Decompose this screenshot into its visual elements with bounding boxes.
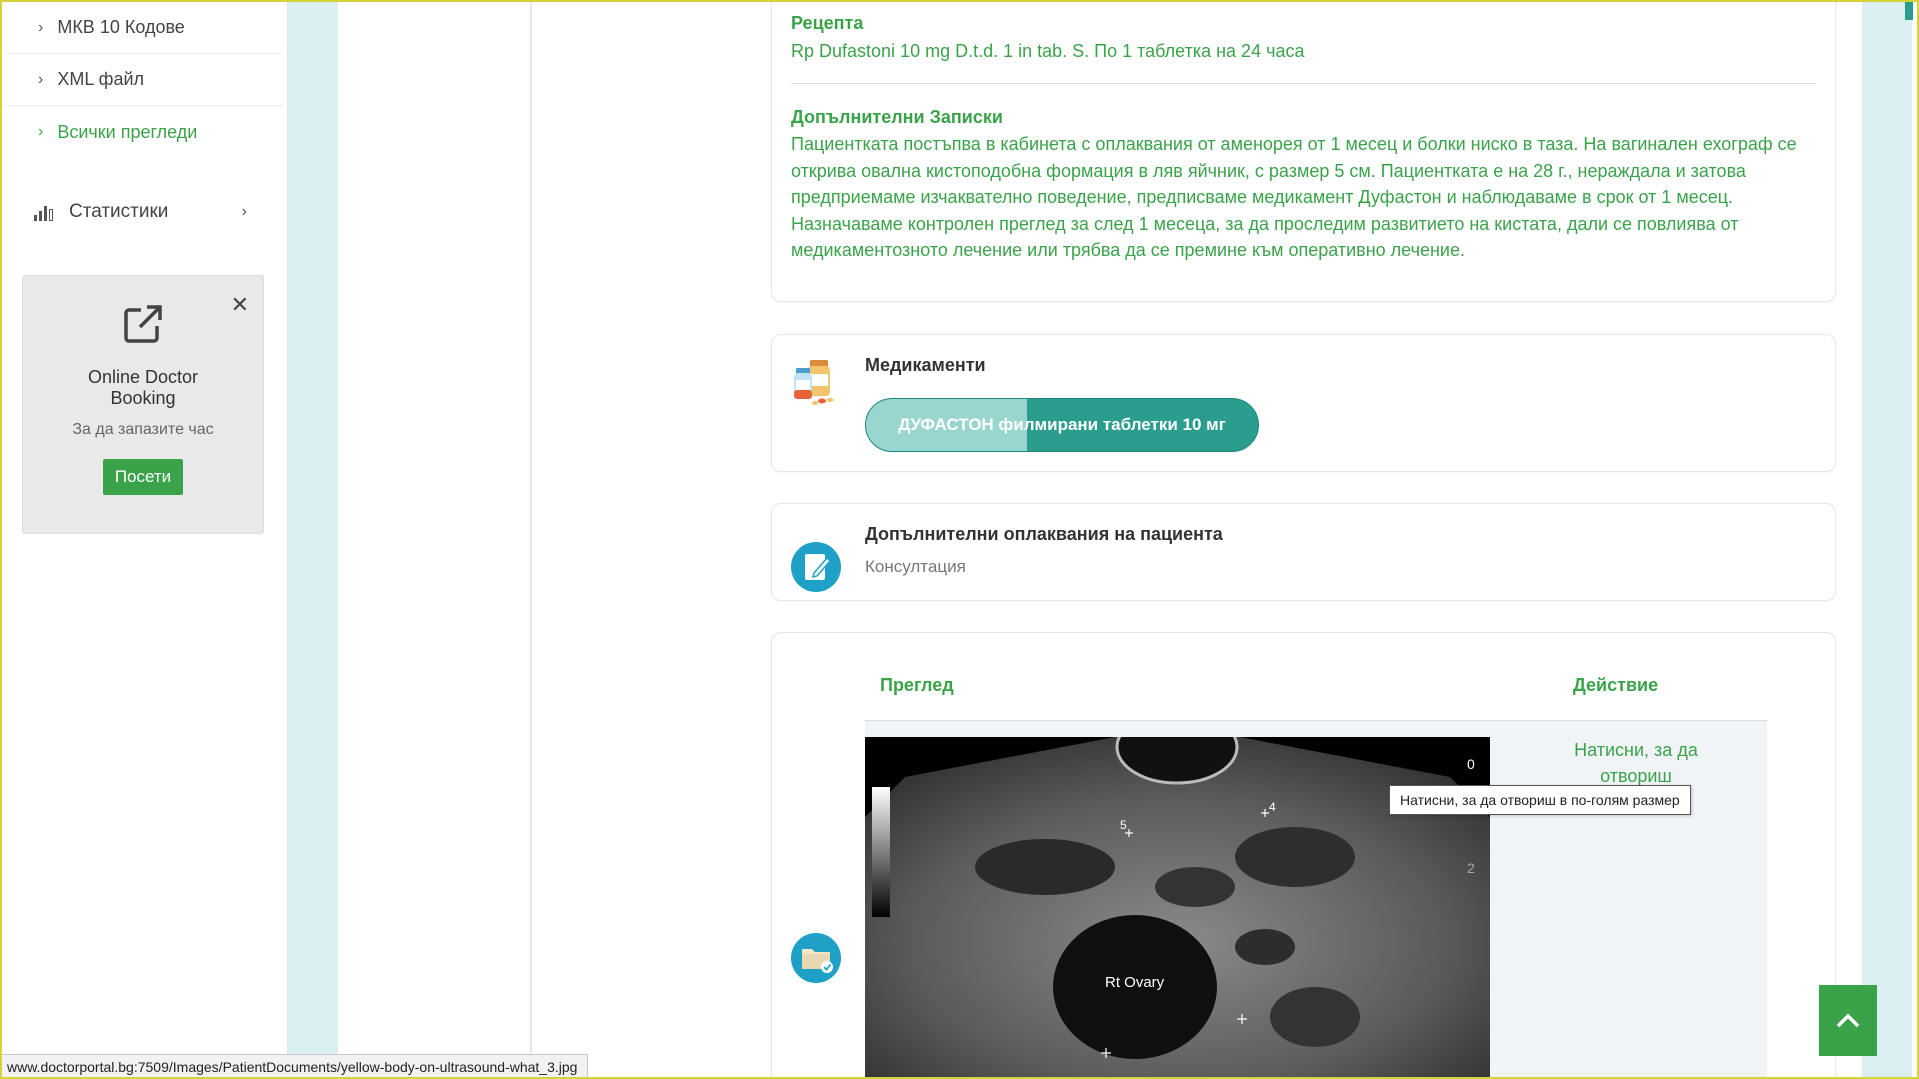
visit-button[interactable]: Посети [102, 459, 184, 495]
tooltip: Натисни, за да отвориш в по-голям размер [1389, 785, 1691, 815]
chevron-right-icon: › [38, 18, 44, 36]
complaints-value: Консултация [865, 557, 966, 576]
prescription-text: Rp Dufastoni 10 mg D.t.d. 1 in tab. S. П… [791, 41, 1305, 61]
pill-bottles-icon [790, 356, 842, 413]
close-icon[interactable]: ✕ [231, 292, 249, 318]
medication-pill[interactable]: ДУФАСТОН филмирани таблетки 10 мг [865, 398, 1259, 452]
online-booking-promo: ✕ Online Doctor Booking За да запазите ч… [22, 275, 264, 534]
divider [791, 83, 1816, 84]
background-strip [288, 2, 338, 1077]
sidebar-item-statistics[interactable]: Статистики › [2, 186, 287, 238]
prescription-heading: Рецепта [791, 13, 864, 33]
notes-text: Пациентката постъпва в кабинета с оплакв… [791, 134, 1797, 260]
image-marker: 5 [1120, 818, 1127, 832]
status-bar-url: www.doctorportal.bg:7509/Images/PatientD… [0, 1054, 589, 1079]
bar-chart-icon [34, 203, 53, 221]
promo-title: Online Doctor Booking [87, 367, 199, 408]
promo-subtitle: За да запазите час [72, 421, 214, 438]
sidebar-item-label: МКВ 10 Кодове [57, 17, 185, 37]
medications-heading: Медикаменти [865, 355, 986, 375]
folder-check-icon [790, 932, 842, 989]
column-header-exam: Преглед [880, 675, 954, 695]
medication-label: ДУФАСТОН филмирани таблетки 10 мг [898, 415, 1226, 434]
image-label-organ: Rt Ovary [1105, 974, 1165, 991]
scroll-top-button[interactable] [1819, 985, 1877, 1056]
chevron-right-icon: › [38, 70, 44, 88]
image-marker: 4 [1269, 800, 1276, 814]
sidebar-item-mkb10[interactable]: › МКВ 10 Кодове [6, 2, 283, 54]
sidebar: › МКВ 10 Кодове › XML файл › Всички прег… [2, 2, 288, 1077]
complaints-heading: Допълнителни оплаквания на пациента [865, 524, 1223, 544]
depth-label: 0 [1467, 756, 1475, 772]
left-column [338, 2, 532, 1077]
depth-label: 2 [1467, 860, 1475, 876]
background-strip [1862, 2, 1912, 1077]
sidebar-item-all-exams[interactable]: › Всички прегледи [6, 106, 283, 158]
sidebar-item-label: XML файл [57, 69, 145, 89]
open-image-link[interactable]: Натисни, за да отвориш [1556, 737, 1716, 789]
notes-heading: Допълнителни Записки [791, 107, 1003, 127]
edit-note-icon [790, 541, 842, 598]
sidebar-item-label: Всички прегледи [57, 121, 198, 142]
sidebar-item-label: Статистики [69, 201, 169, 222]
chevron-up-icon [1836, 1013, 1860, 1027]
chevron-right-icon: › [38, 123, 44, 140]
scrollbar-thumb[interactable] [1905, 2, 1913, 20]
complaints-card [771, 503, 1836, 601]
chevron-right-icon: › [241, 203, 247, 220]
external-link-icon [23, 302, 263, 351]
column-header-action: Действие [1573, 675, 1659, 695]
sidebar-item-xml[interactable]: › XML файл [6, 54, 283, 106]
